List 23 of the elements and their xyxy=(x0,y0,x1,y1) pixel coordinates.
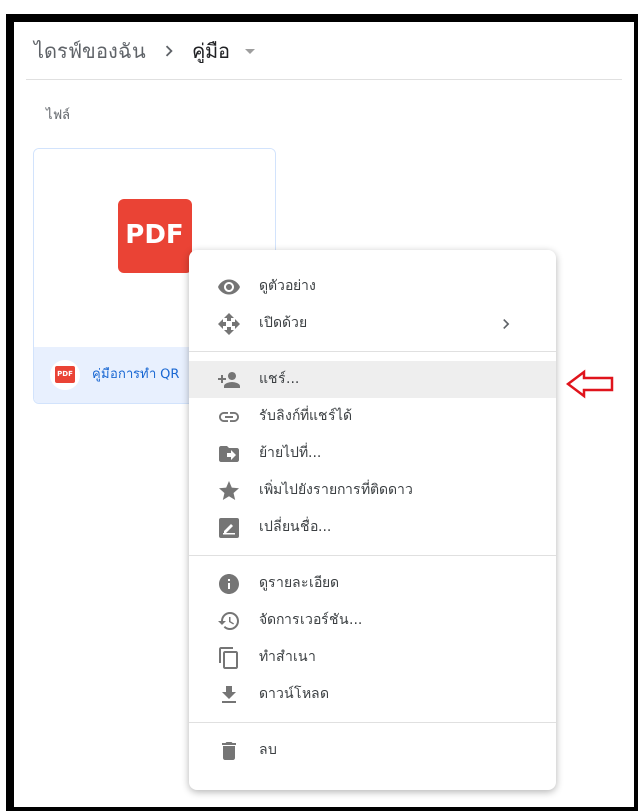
section-title: ไฟล์ xyxy=(46,106,71,125)
menu-item[interactable]: ลบ xyxy=(189,732,556,769)
arrow-icon xyxy=(566,369,614,399)
menu-item[interactable]: เปลี่ยนชื่อ... xyxy=(189,509,556,546)
menu-item[interactable]: เปิดด้วย xyxy=(189,305,556,342)
menu-item[interactable]: ดูตัวอย่าง xyxy=(189,268,556,305)
file-name: คู่มือการทำ QR xyxy=(92,366,180,384)
pencil-square-icon xyxy=(217,516,241,540)
menu-item[interactable]: ดาวน์โหลด xyxy=(189,676,556,713)
copy-icon xyxy=(217,646,241,670)
star-icon xyxy=(217,478,241,502)
menu-item[interactable]: จัดการเวอร์ชัน... xyxy=(189,602,556,639)
breadcrumb-item[interactable]: ไดรฟ์ของฉัน xyxy=(34,36,146,66)
menu-item[interactable]: รับลิงก์ที่แชร์ได้ xyxy=(189,398,556,435)
info-icon xyxy=(217,572,241,596)
menu-item[interactable]: ทำสำเนา xyxy=(189,639,556,676)
menu-item[interactable]: แชร์... xyxy=(189,361,556,398)
four-arrows-icon xyxy=(217,312,241,336)
menu-item[interactable]: ดูรายละเอียด xyxy=(189,565,556,602)
menu-item[interactable]: เพิ่มไปยังรายการที่ติดดาว xyxy=(189,472,556,509)
menu-item[interactable]: ย้ายไปที่... xyxy=(189,435,556,472)
breadcrumb-item[interactable]: คู่มือ xyxy=(192,36,230,66)
pdf-badge: PDF xyxy=(118,198,192,272)
